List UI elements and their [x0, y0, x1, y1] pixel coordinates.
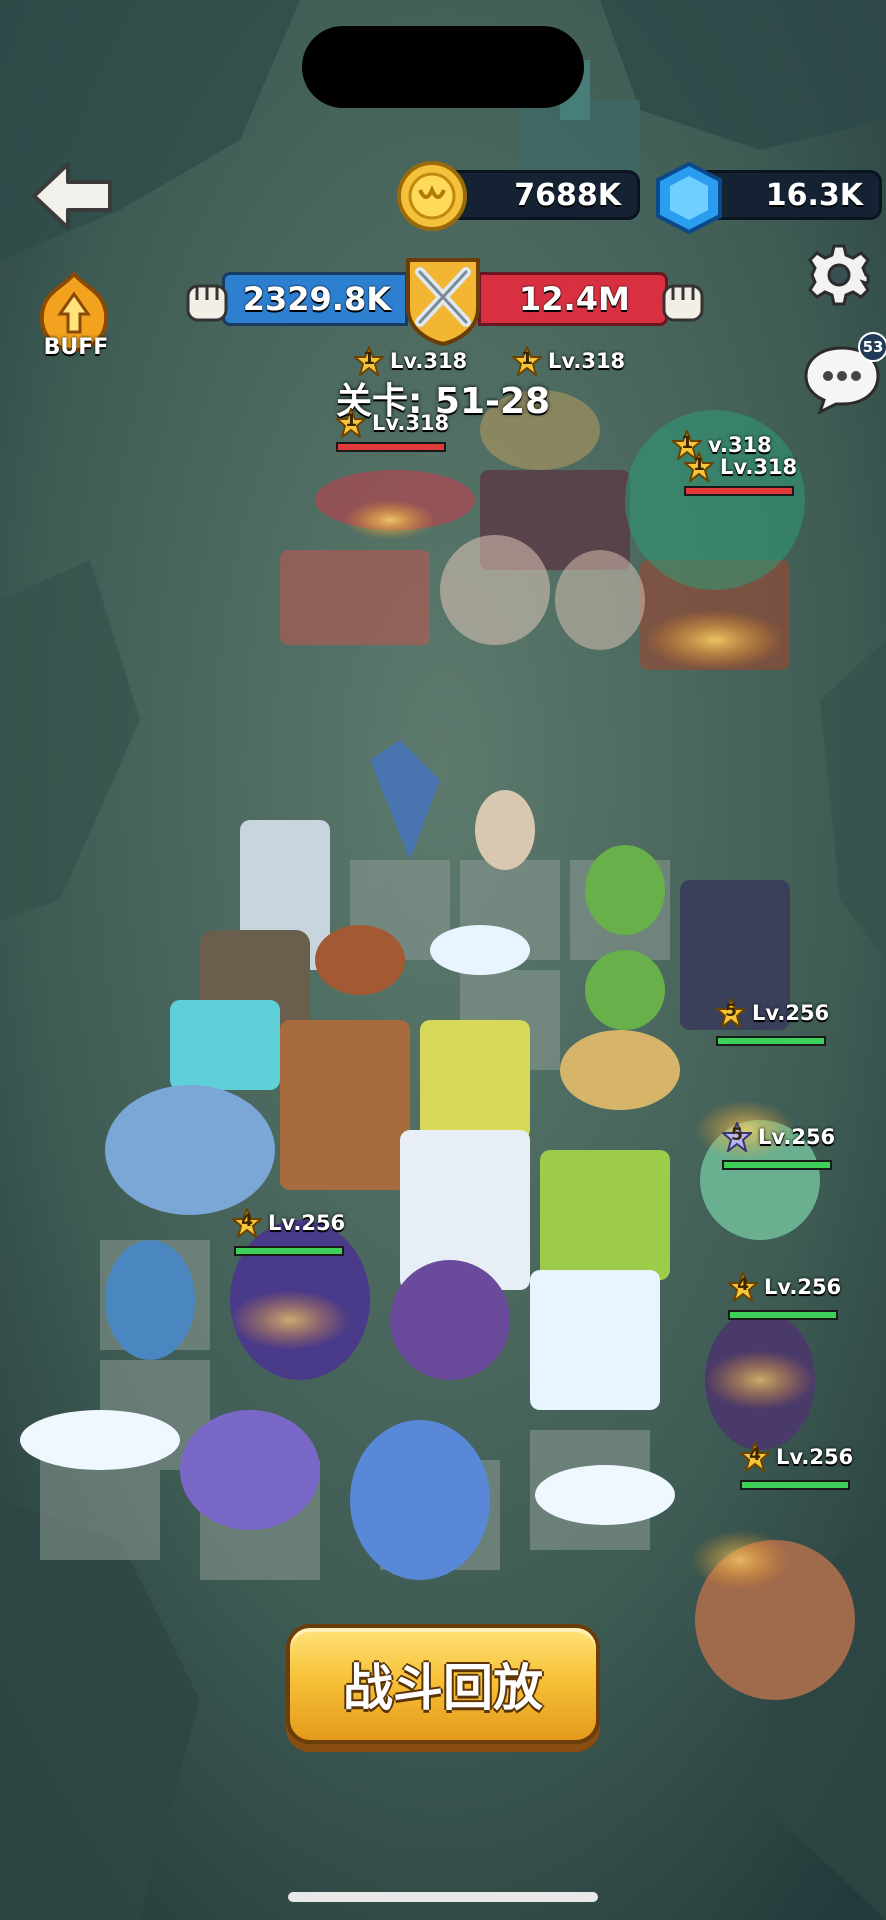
battle-replay-label: 战斗回放: [343, 1659, 543, 1717]
star-rank-icon: 1: [354, 346, 384, 376]
star-rank-icon: 4: [740, 1442, 770, 1472]
player-level-tag: 4 Lv.256: [740, 1442, 853, 1472]
fist-icon: [662, 284, 704, 322]
level-text: Lv.318: [548, 349, 626, 373]
player-health-bar: [722, 1160, 832, 1170]
buff-label: BUFF: [43, 335, 109, 360]
level-text: Lv.256: [752, 1001, 830, 1025]
enemy-health-bar: [684, 486, 794, 496]
gold-amount: 7688K: [514, 177, 621, 213]
battle-replay-button[interactable]: 战斗回放: [286, 1624, 600, 1744]
level-text: Lv.256: [758, 1125, 836, 1149]
enemy-power-value: 12.4M: [519, 280, 630, 318]
player-health-bar: [728, 1310, 838, 1320]
back-arrow-icon[interactable]: [30, 160, 114, 232]
player-level-tag: 5 Lv.256: [722, 1122, 835, 1152]
star-rank-icon: 5: [722, 1122, 752, 1152]
camera-notch: [302, 26, 584, 108]
level-text: Lv.318: [372, 411, 450, 435]
enemy-power-bar: 12.4M: [478, 272, 668, 326]
enemy-level-tag: 1 Lv.318: [684, 452, 797, 482]
enemy-level-tag: 1 Lv.318: [336, 408, 449, 438]
player-power-bar: 2329.8K: [222, 272, 408, 326]
home-indicator: [288, 1892, 598, 1902]
player-health-bar: [716, 1036, 826, 1046]
enemy-level-tag: 1 Lv.318: [512, 346, 625, 376]
enemy-health-bar: [336, 442, 446, 452]
settings-gear-icon[interactable]: [806, 242, 872, 308]
player-level-tag: 4 Lv.256: [232, 1208, 345, 1238]
enemy-level-tag: 1 Lv.318: [354, 346, 467, 376]
level-text: Lv.256: [764, 1275, 842, 1299]
player-level-tag: 5 Lv.256: [716, 998, 829, 1028]
level-text: Lv.318: [720, 455, 798, 479]
chat-unread-badge: 53: [858, 332, 886, 362]
fist-icon: [186, 284, 228, 322]
crossed-swords-icon: [406, 258, 480, 347]
level-text: Lv.256: [268, 1211, 346, 1235]
gem-amount: 16.3K: [765, 177, 863, 213]
level-text: Lv.318: [390, 349, 468, 373]
player-health-bar: [234, 1246, 344, 1256]
star-rank-icon: 1: [336, 408, 366, 438]
star-rank-icon: 4: [232, 1208, 262, 1238]
blue-gem-icon: [656, 161, 722, 235]
player-level-tag: 4 Lv.256: [728, 1272, 841, 1302]
star-rank-icon: 1: [684, 452, 714, 482]
level-text: Lv.256: [776, 1445, 854, 1469]
star-rank-icon: 5: [716, 998, 746, 1028]
star-rank-icon: 4: [728, 1272, 758, 1302]
player-power-value: 2329.8K: [242, 280, 391, 318]
star-rank-icon: 1: [512, 346, 542, 376]
gold-coin-icon: [397, 161, 467, 231]
player-health-bar: [740, 1480, 850, 1490]
